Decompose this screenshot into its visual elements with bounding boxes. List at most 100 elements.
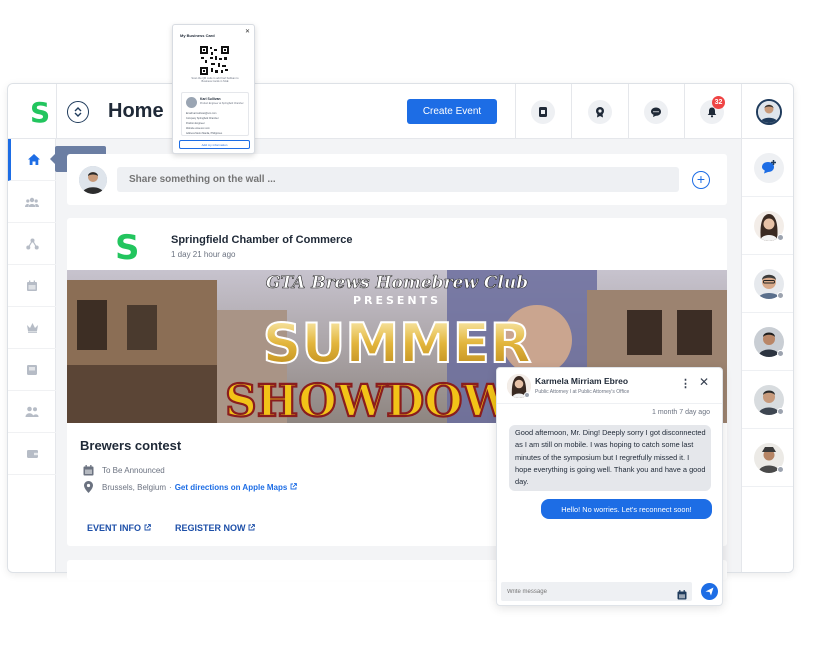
add-post-button[interactable]: + <box>692 171 710 189</box>
external-link-icon <box>290 482 298 492</box>
new-chat-button[interactable] <box>754 152 784 183</box>
badge-icon[interactable] <box>588 100 612 124</box>
register-label: REGISTER NOW <box>175 523 246 533</box>
close-icon[interactable]: ✕ <box>245 28 250 35</box>
external-link-icon <box>144 523 151 533</box>
offline-status-dot <box>524 392 530 398</box>
calendar-icon <box>82 464 94 476</box>
contact-item[interactable] <box>742 197 793 255</box>
add-information-button[interactable]: Add my information <box>179 140 250 149</box>
wallet-icon <box>26 450 38 458</box>
contact-item[interactable] <box>742 313 793 371</box>
banner-line-3: SUMMER <box>263 312 532 375</box>
business-card-caption: Scan the QR code to add Karl Sullivan to… <box>191 77 239 84</box>
header-divider <box>684 84 685 139</box>
header-divider <box>741 84 742 139</box>
groups-icon <box>25 197 39 207</box>
header-divider <box>515 84 516 139</box>
new-chat-cell <box>742 139 793 197</box>
chat-divider <box>497 403 722 404</box>
business-card-line: Address Metro Manila, Philippines <box>186 132 223 135</box>
header-divider <box>628 84 629 139</box>
banner-line-1: GTA Brews Homebrew Club <box>266 273 528 293</box>
event-info-link[interactable]: EVENT INFO <box>87 523 151 533</box>
post-org-name[interactable]: Springfield Chamber of Commerce <box>171 234 353 246</box>
location-separator: · <box>169 482 172 492</box>
header-divider <box>56 84 57 139</box>
share-wall-input[interactable] <box>117 167 679 192</box>
business-card-avatar <box>186 97 197 108</box>
nav-people[interactable] <box>8 391 56 433</box>
event-title[interactable]: Brewers contest <box>80 438 181 453</box>
more-options-icon[interactable]: ⋮ <box>680 377 691 390</box>
user-avatar[interactable] <box>756 99 782 125</box>
business-card-name: Karl Sullivan <box>200 97 221 101</box>
event-date-row: To Be Announced <box>82 464 165 476</box>
new-message-icon <box>762 160 776 174</box>
close-icon[interactable]: ✕ <box>699 375 709 389</box>
nav-groups[interactable] <box>8 181 56 223</box>
contact-item[interactable] <box>742 429 793 487</box>
business-card-line: Email karl.sullivan@scc.com <box>186 112 217 115</box>
home-icon <box>27 154 40 165</box>
calendar-icon[interactable] <box>677 587 687 605</box>
business-card-line: Website www.scc.com <box>186 127 210 130</box>
chevron-updown-icon <box>74 107 82 117</box>
network-icon <box>25 238 39 249</box>
nav-inbox[interactable] <box>8 349 56 391</box>
external-link-icon <box>248 523 255 533</box>
switch-view-button[interactable] <box>67 101 89 123</box>
business-card-line: Company Springfield Chamber <box>186 117 219 120</box>
event-location: Brussels, Belgium <box>102 482 167 492</box>
banner-line-2: PRESENTS <box>353 294 441 307</box>
contact-item[interactable] <box>742 255 793 313</box>
right-contacts-rail <box>741 139 793 572</box>
send-icon <box>705 587 714 596</box>
business-card-role: Product Engineer at Springfield Chamber <box>200 102 244 105</box>
chat-icon[interactable] <box>644 100 668 124</box>
message-input[interactable] <box>501 582 692 601</box>
app-logo[interactable]: S <box>30 96 50 129</box>
event-ticket-icon[interactable] <box>531 100 555 124</box>
outgoing-message: Hello! No worries. Let's reconnect soon! <box>541 499 712 519</box>
incoming-message: Good afternoon, Mr. Ding! Deeply sorry I… <box>509 425 711 491</box>
directions-link[interactable]: Get directions on Apple Maps <box>175 483 288 492</box>
wall-composer: + <box>67 154 727 205</box>
calendar-icon <box>27 280 37 291</box>
inbox-icon <box>27 364 37 375</box>
business-card-popup: My Business Card ✕ Scan the QR code to a… <box>172 24 255 154</box>
composer-avatar <box>79 166 107 194</box>
chat-contact-name[interactable]: Karmela Mirriam Ebreo <box>535 376 628 386</box>
header-divider <box>571 84 572 139</box>
business-card-line: Position Engineer <box>186 122 205 125</box>
register-now-link[interactable]: REGISTER NOW <box>175 523 255 533</box>
qr-code <box>200 46 229 75</box>
event-date: To Be Announced <box>102 465 165 475</box>
notification-badge: 32 <box>712 96 725 109</box>
offline-status-dot <box>777 466 784 473</box>
contact-item[interactable] <box>742 371 793 429</box>
send-button[interactable] <box>701 583 718 600</box>
chat-contact-subtitle: Public Attorney I at Public Attorney's O… <box>535 389 630 395</box>
nav-premium[interactable] <box>8 307 56 349</box>
top-header: S Home Create Event 32 <box>8 84 793 139</box>
offline-status-dot <box>777 292 784 299</box>
nav-home[interactable] <box>8 139 56 181</box>
nav-calendar[interactable] <box>8 265 56 307</box>
nav-network[interactable] <box>8 223 56 265</box>
offline-status-dot <box>777 408 784 415</box>
nav-wallet[interactable] <box>8 433 56 475</box>
people-icon <box>25 406 39 417</box>
create-event-button[interactable]: Create Event <box>407 99 497 124</box>
post-timestamp: 1 day 21 hour ago <box>171 250 236 259</box>
event-info-label: EVENT INFO <box>87 523 142 533</box>
event-location-row: Brussels, Belgium · Get directions on Ap… <box>82 481 298 493</box>
chat-panel: Karmela Mirriam Ebreo Public Attorney I … <box>496 367 723 606</box>
offline-status-dot <box>777 234 784 241</box>
business-card-details: Karl Sullivan Product Engineer at Spring… <box>181 92 249 136</box>
org-logo[interactable]: S <box>115 228 140 268</box>
offline-status-dot <box>777 350 784 357</box>
crown-icon <box>26 323 38 333</box>
chat-timestamp: 1 month 7 day ago <box>652 409 710 416</box>
page-title: Home <box>108 100 164 122</box>
